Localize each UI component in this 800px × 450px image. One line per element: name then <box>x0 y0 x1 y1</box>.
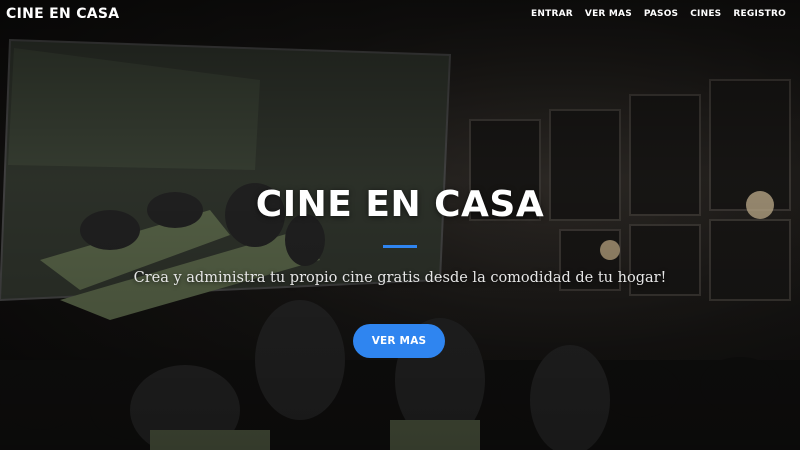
hero-title: CINE EN CASA <box>255 184 545 225</box>
nav-link-cines[interactable]: CINES <box>690 9 721 19</box>
top-navbar: CINE EN CASA ENTRAR VER MAS PASOS CINES … <box>0 0 800 28</box>
hero-subtitle: Crea y administra tu propio cine gratis … <box>133 270 667 286</box>
nav-links: ENTRAR VER MAS PASOS CINES REGISTRO <box>531 9 786 19</box>
title-divider <box>383 245 417 248</box>
ver-mas-button[interactable]: VER MAS <box>353 324 445 358</box>
nav-link-ver-mas[interactable]: VER MAS <box>585 9 632 19</box>
dark-overlay <box>0 0 800 450</box>
nav-link-registro[interactable]: REGISTRO <box>733 9 786 19</box>
brand-logo-link[interactable]: CINE EN CASA <box>6 6 119 22</box>
nav-link-pasos[interactable]: PASOS <box>644 9 678 19</box>
nav-link-entrar[interactable]: ENTRAR <box>531 9 573 19</box>
hero-background <box>0 0 800 450</box>
